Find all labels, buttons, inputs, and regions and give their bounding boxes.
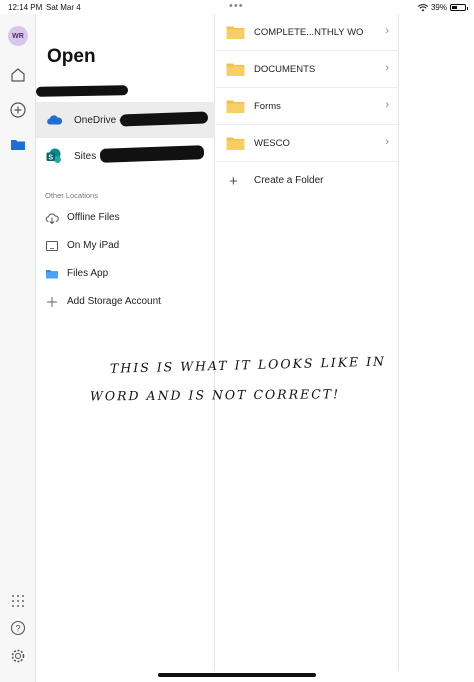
folder-icon bbox=[226, 62, 245, 77]
wifi-icon bbox=[417, 3, 428, 11]
svg-text:S: S bbox=[48, 154, 53, 161]
add-icon: + bbox=[229, 173, 238, 190]
home-icon[interactable] bbox=[9, 66, 27, 84]
help-icon[interactable]: ? bbox=[9, 619, 27, 637]
battery-fill bbox=[452, 6, 458, 9]
onedrive-cloud-icon bbox=[45, 111, 63, 129]
add-storage-account-button[interactable]: Add Storage Account bbox=[36, 290, 215, 314]
folder-name: COMPLETE...NTHLY WO bbox=[254, 27, 364, 38]
redaction-scribble bbox=[99, 145, 205, 163]
status-right: 39% bbox=[417, 3, 468, 12]
status-time: 12:14 PM bbox=[8, 3, 43, 12]
redaction-scribble bbox=[35, 85, 129, 97]
location-label: Sites bbox=[74, 150, 97, 162]
navigation-rail: WR ? bbox=[0, 14, 36, 682]
handwritten-note-line: WORD AND IS NOT CORRECT! bbox=[89, 386, 341, 404]
cloud-download-icon bbox=[45, 211, 59, 225]
chevron-right-icon: › bbox=[385, 136, 389, 148]
folder-icon bbox=[226, 136, 245, 151]
settings-icon[interactable] bbox=[9, 647, 27, 665]
battery-percent: 39% bbox=[430, 3, 447, 12]
location-label: On My iPad bbox=[67, 240, 120, 251]
add-icon bbox=[45, 295, 59, 309]
open-panel: Open OneDrive - S Sites Other Locations … bbox=[35, 14, 215, 670]
chevron-right-icon: › bbox=[385, 25, 389, 37]
create-folder-button[interactable]: + Create a Folder bbox=[216, 170, 399, 200]
folder-icon bbox=[226, 25, 245, 40]
svg-text:?: ? bbox=[15, 624, 20, 634]
ipad-icon bbox=[45, 239, 59, 253]
avatar[interactable]: WR bbox=[8, 26, 28, 46]
page-title: Open bbox=[47, 46, 96, 67]
status-date: Sat Mar 4 bbox=[46, 3, 81, 12]
section-heading: Other Locations bbox=[45, 191, 98, 200]
folder-row[interactable]: Forms › bbox=[216, 88, 399, 125]
location-sites[interactable]: S Sites bbox=[36, 138, 215, 174]
folder-name: Forms bbox=[254, 101, 281, 112]
sharepoint-icon: S bbox=[45, 147, 63, 165]
create-folder-label: Create a Folder bbox=[254, 175, 324, 186]
folder-row[interactable]: DOCUMENTS › bbox=[216, 51, 399, 88]
location-label: Offline Files bbox=[67, 212, 120, 223]
folder-list-panel: COMPLETE...NTHLY WO › DOCUMENTS › Forms … bbox=[216, 14, 399, 670]
location-onedrive[interactable]: OneDrive - bbox=[36, 102, 215, 138]
chevron-right-icon: › bbox=[385, 99, 389, 111]
files-folder-icon bbox=[45, 267, 59, 281]
location-label: OneDrive - bbox=[74, 114, 123, 126]
redaction-scribble bbox=[119, 111, 209, 127]
location-offline-files[interactable]: Offline Files bbox=[36, 206, 215, 230]
battery-icon bbox=[450, 4, 468, 11]
multitasking-dots-icon[interactable]: ••• bbox=[229, 0, 244, 12]
location-files-app[interactable]: Files App bbox=[36, 262, 215, 286]
folder-row[interactable]: WESCO › bbox=[216, 125, 399, 162]
status-bar: 12:14 PM Sat Mar 4 ••• 39% bbox=[0, 0, 474, 14]
folder-name: DOCUMENTS bbox=[254, 64, 316, 75]
chevron-right-icon: › bbox=[385, 62, 389, 74]
handwritten-note: THIS IS WHAT IT LOOKS LIKE IN WORD AND I… bbox=[90, 350, 420, 410]
folder-icon[interactable] bbox=[9, 136, 27, 154]
location-on-my-ipad[interactable]: On My iPad bbox=[36, 234, 215, 258]
apps-icon[interactable] bbox=[9, 592, 27, 610]
folder-icon bbox=[226, 99, 245, 114]
folder-row[interactable]: COMPLETE...NTHLY WO › bbox=[216, 14, 399, 51]
location-label: Files App bbox=[67, 268, 109, 279]
folder-name: WESCO bbox=[254, 138, 290, 149]
home-indicator[interactable] bbox=[158, 673, 316, 677]
location-label: Add Storage Account bbox=[67, 296, 161, 307]
add-icon[interactable] bbox=[9, 101, 27, 119]
